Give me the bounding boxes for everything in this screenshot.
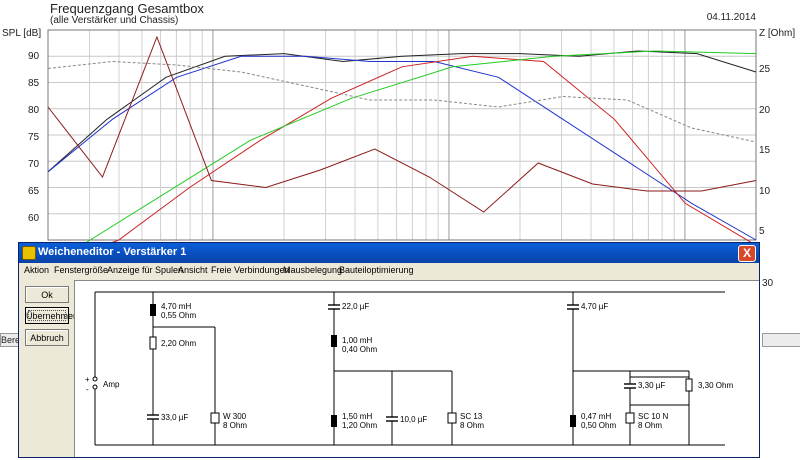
- status-strip-right: [762, 333, 800, 347]
- speaker-impedance: 8 Ohm: [638, 421, 663, 430]
- series-line: [47, 55, 757, 241]
- menu-bauteiloptimierung[interactable]: Bauteiloptimierung: [339, 265, 414, 275]
- amp-label: Amp: [103, 380, 120, 389]
- y-tick-right: 15: [759, 145, 771, 156]
- y-tick-left: 60: [28, 213, 40, 224]
- speaker-midrange[interactable]: SC 13: [460, 412, 482, 421]
- window-titlebar[interactable]: Weicheneditor - Verstärker 1 X: [19, 243, 759, 263]
- y-tick-right: 30: [762, 278, 774, 289]
- component-resistor[interactable]: 3,30 Ohm: [698, 381, 733, 390]
- y-tick-left: 85: [28, 78, 40, 89]
- y-tick-left: 70: [28, 159, 40, 170]
- menu-anzeige-spulen[interactable]: Anzeige für Spulen: [107, 265, 183, 275]
- menu-aktion[interactable]: Aktion: [24, 265, 49, 275]
- component-inductor[interactable]: 4,70 mH: [161, 302, 191, 311]
- series-line: [47, 50, 757, 173]
- component-capacitor[interactable]: 22,0 µF: [342, 302, 369, 311]
- schematic-canvas[interactable]: + - Amp 4,70 mH 0,55 Ohm 2,20 Ohm 33,0 µ…: [74, 280, 759, 457]
- component-inductor[interactable]: 1,50 mH: [342, 412, 372, 421]
- y-tick-left: 75: [28, 132, 40, 143]
- y-tick-right: 20: [759, 105, 771, 116]
- component-capacitor[interactable]: 33,0 µF: [161, 413, 188, 422]
- y-tick-left: 90: [28, 51, 40, 62]
- apply-button[interactable]: Übernehmen: [25, 307, 78, 324]
- speaker-woofer[interactable]: W 300: [223, 412, 246, 421]
- crossover-editor-window: Weicheneditor - Verstärker 1 X Aktion Fe…: [18, 242, 760, 458]
- app-icon: [22, 246, 36, 260]
- component-inductor-dcr: 0,55 Ohm: [161, 311, 197, 320]
- cancel-button[interactable]: Abbruch: [25, 329, 69, 346]
- component-capacitor[interactable]: 4,70 µF: [581, 302, 608, 311]
- y-tick-left: 80: [28, 105, 40, 116]
- speaker-tweeter[interactable]: SC 10 N: [638, 412, 668, 421]
- component-inductor[interactable]: 0,47 mH: [581, 412, 611, 421]
- chart-date: 04.11.2014: [706, 12, 756, 23]
- component-inductor-dcr: 1,20 Ohm: [342, 421, 378, 430]
- y-tick-right: 25: [759, 64, 771, 75]
- component-inductor-dcr: 0,40 Ohm: [342, 345, 378, 354]
- close-button[interactable]: X: [738, 245, 756, 262]
- speaker-impedance: 8 Ohm: [223, 421, 248, 430]
- y-axis-label-left: SPL [dB]: [2, 28, 42, 39]
- component-inductor-dcr: 0,50 Ohm: [581, 421, 617, 430]
- amp-plus: +: [85, 375, 90, 384]
- window-title: Weicheneditor - Verstärker 1: [38, 246, 187, 258]
- component-capacitor[interactable]: 10,0 µF: [400, 415, 427, 424]
- y-tick-right: 10: [759, 186, 771, 197]
- y-tick-right: 5: [759, 226, 765, 237]
- amp-minus: -: [86, 385, 89, 394]
- ok-button[interactable]: Ok: [25, 286, 69, 303]
- component-inductor[interactable]: 1,00 mH: [342, 336, 372, 345]
- chart-subtitle: (alle Verstärker und Chassis): [50, 15, 179, 26]
- component-resistor[interactable]: 2,20 Ohm: [161, 339, 196, 348]
- y-axis-label-right: Z [Ohm]: [759, 28, 796, 39]
- menu-bar: Aktion Fenstergröße Anzeige für Spulen A…: [19, 263, 759, 279]
- speaker-impedance: 8 Ohm: [460, 421, 485, 430]
- y-tick-left: 65: [28, 186, 40, 197]
- menu-freie-verbindungen[interactable]: Freie Verbindungen: [211, 265, 290, 275]
- menu-fenstergroesse[interactable]: Fenstergröße: [54, 265, 108, 275]
- component-capacitor[interactable]: 3,30 µF: [638, 381, 665, 390]
- button-panel: Ok Übernehmen Abbruch: [20, 280, 78, 456]
- series-line: [47, 50, 757, 267]
- series-line: [47, 35, 757, 213]
- menu-ansicht[interactable]: Ansicht: [178, 265, 208, 275]
- chart-title: Frequenzgang Gesamtbox: [50, 1, 204, 16]
- menu-mausbelegung[interactable]: Mausbelegung: [283, 265, 342, 275]
- series-line: [47, 60, 757, 143]
